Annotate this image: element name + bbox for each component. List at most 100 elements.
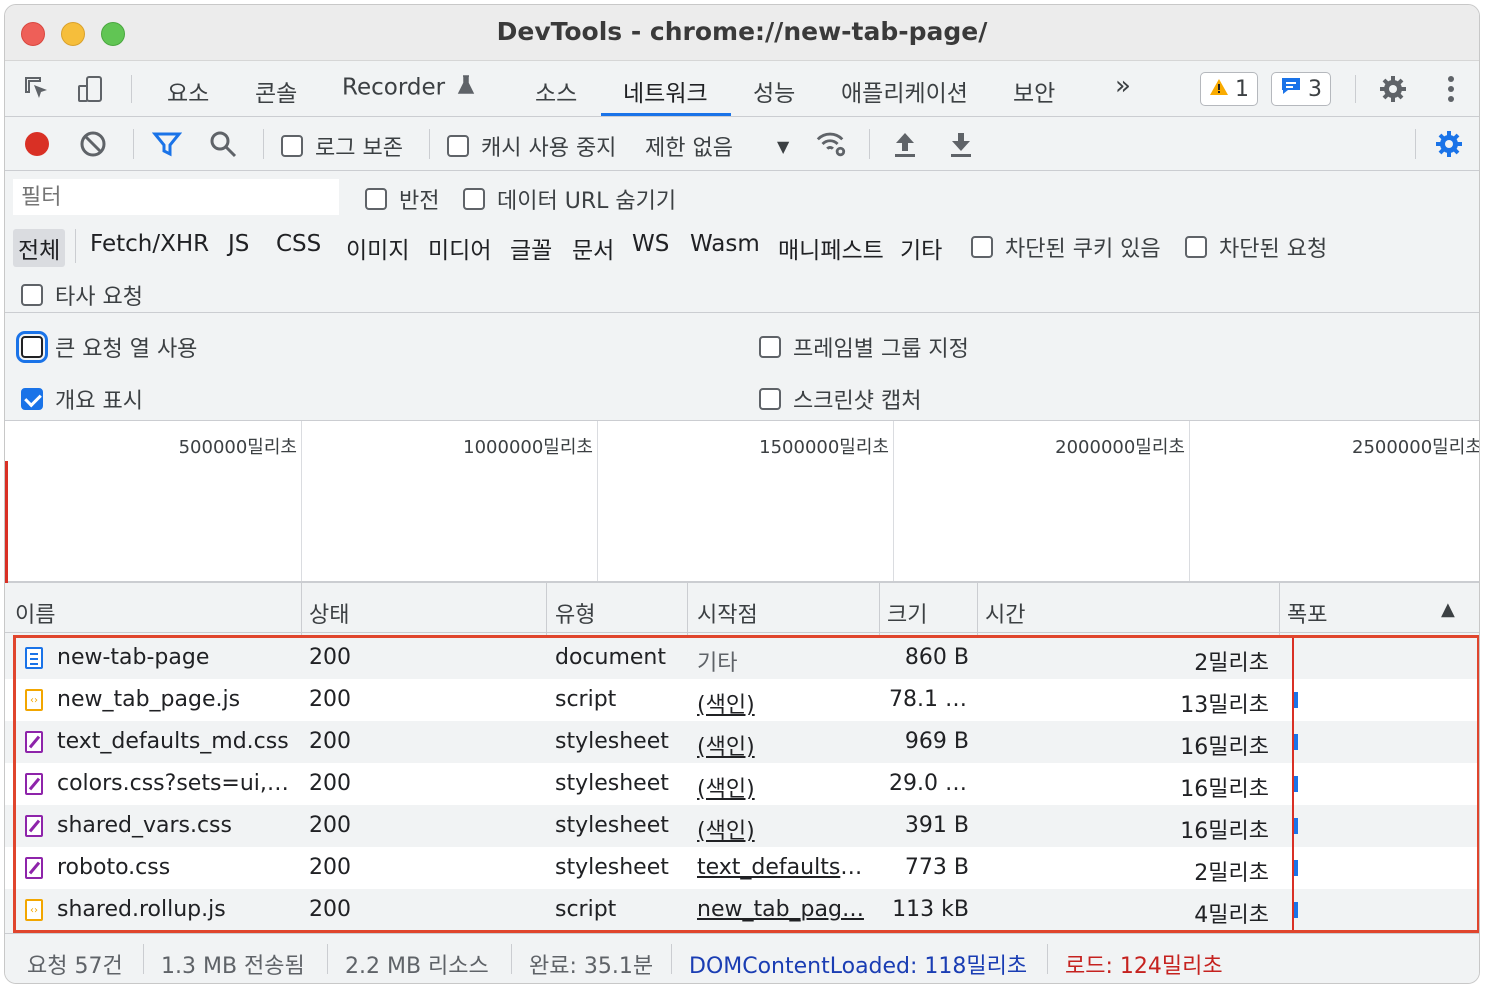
messages-badge[interactable]: 3 [1271,72,1331,106]
inspect-element-icon[interactable] [21,73,53,105]
filter-type-media[interactable]: 미디어 [423,229,496,267]
preserve-log-checkbox[interactable]: 로그 보존 [281,130,403,162]
column-header-size[interactable]: 크기 [887,597,927,629]
filter-type-css[interactable]: CSS [271,229,326,259]
filter-type-doc[interactable]: 문서 [567,229,619,267]
column-header-type[interactable]: 유형 [555,597,595,629]
table-row[interactable]: ‹› shared.rollup.js 200 script new_tab_p… [5,889,1479,931]
checkbox[interactable] [463,188,485,210]
device-toolbar-icon[interactable] [75,73,107,105]
large-rows-checkbox[interactable]: 큰 요청 열 사용 [16,331,197,363]
row-name: text_defaults_md.css [57,729,289,754]
capture-screenshots-label: 스크린샷 캡처 [793,389,922,414]
search-icon[interactable] [207,128,239,160]
filter-type-js[interactable]: JS [223,229,254,259]
row-initiator-link[interactable]: text_defaults_… [697,855,873,880]
tab-network[interactable]: 네트워크 [623,74,708,108]
more-tabs-button[interactable]: » [1115,71,1131,101]
row-time: 2밀리초 [1194,861,1269,886]
table-row[interactable]: roboto.css 200 stylesheet text_defaults_… [5,847,1479,889]
checkbox[interactable] [759,336,781,358]
tab-application[interactable]: 애플리케이션 [841,74,968,108]
overview-column: 2000000밀리초 [894,421,1190,581]
show-overview-checkbox[interactable]: 개요 표시 [21,383,143,415]
column-header-status[interactable]: 상태 [309,597,349,629]
third-party-checkbox[interactable]: 타사 요청 [21,279,143,311]
hide-data-urls-checkbox[interactable]: 데이터 URL 숨기기 [463,183,676,215]
tab-console[interactable]: 콘솔 [255,74,297,108]
throttling-select[interactable]: 제한 없음 ▼ [645,130,789,162]
checkbox[interactable] [21,388,43,410]
filter-type-wasm[interactable]: Wasm [685,229,765,259]
column-header-waterfall[interactable]: 폭포 [1287,597,1327,629]
invert-checkbox[interactable]: 반전 [365,183,439,215]
toolbar-divider [1415,129,1416,159]
checkbox[interactable] [365,188,387,210]
filter-input[interactable] [13,179,339,215]
filter-type-all[interactable]: 전체 [13,229,66,267]
column-header-time[interactable]: 시간 [985,597,1025,629]
filter-type-fetch-xhr[interactable]: Fetch/XHR [85,229,214,259]
stylesheet-icon [25,815,43,837]
checkbox[interactable] [447,135,469,157]
checkbox[interactable] [971,236,993,258]
checkbox[interactable] [281,135,303,157]
checkbox[interactable] [21,284,43,306]
row-initiator-link[interactable]: new_tab_pag… [697,897,873,922]
tab-performance[interactable]: 성능 [753,74,795,108]
column-header-name[interactable]: 이름 [15,597,55,629]
checkbox[interactable] [759,388,781,410]
filter-type-img[interactable]: 이미지 [341,229,414,267]
table-row[interactable]: colors.css?sets=ui,… 200 stylesheet (색인)… [5,763,1479,805]
row-size: 860 B [904,645,969,670]
row-initiator-link[interactable]: (색인) [697,729,873,761]
filter-type-font[interactable]: 글꼴 [505,229,557,267]
window-title: DevTools - chrome://new-tab-page/ [496,17,988,46]
blocked-requests-checkbox[interactable]: 차단된 요청 [1185,231,1327,263]
stylesheet-icon [25,731,43,753]
blocked-cookies-checkbox[interactable]: 차단된 쿠키 있음 [971,231,1161,263]
row-type: stylesheet [555,771,669,796]
tab-recorder[interactable]: Recorder [342,74,476,102]
checkbox[interactable] [16,331,48,363]
network-settings-pane: 큰 요청 열 사용 프레임별 그룹 지정 개요 표시 스크린샷 캡처 [5,313,1479,421]
overview-tick-label: 1000000밀리초 [463,437,593,458]
row-type: script [555,687,617,712]
table-row[interactable]: shared_vars.css 200 stylesheet (색인) 391 … [5,805,1479,847]
devtools-window: DevTools - chrome://new-tab-page/ 요소 콘솔 … [4,4,1480,984]
filter-type-other[interactable]: 기타 [895,229,947,267]
export-har-icon[interactable] [945,128,977,160]
row-initiator-link[interactable]: (색인) [697,813,873,845]
tab-security[interactable]: 보안 [1013,74,1055,108]
filter-icon[interactable] [151,128,183,160]
column-header-initiator[interactable]: 시작점 [697,597,758,629]
network-overview[interactable]: 500000밀리초 1000000밀리초 1500000밀리초 2000000밀… [5,421,1479,583]
record-icon[interactable] [21,128,53,160]
warnings-badge[interactable]: 1 [1200,72,1258,106]
row-initiator-link[interactable]: (색인) [697,687,873,719]
import-har-icon[interactable] [889,128,921,160]
more-options-icon[interactable] [1435,73,1467,105]
row-time: 13밀리초 [1180,693,1269,718]
row-type: stylesheet [555,813,669,838]
table-row[interactable]: new-tab-page 200 document 기타 860 B 2밀리초 [5,637,1479,679]
network-conditions-icon[interactable] [815,128,847,160]
settings-gear-icon[interactable] [1377,73,1409,105]
group-by-frame-checkbox[interactable]: 프레임별 그룹 지정 [759,331,969,363]
filter-type-ws[interactable]: WS [627,229,674,259]
row-status: 200 [309,897,351,922]
warnings-count: 1 [1235,76,1249,102]
row-initiator-link[interactable]: (색인) [697,771,873,803]
capture-screenshots-checkbox[interactable]: 스크린샷 캡처 [759,383,921,415]
filter-type-manifest[interactable]: 매니페스트 [773,229,889,267]
network-settings-gear-icon[interactable] [1433,128,1465,160]
table-row[interactable]: ‹› new_tab_page.js 200 script (색인) 78.1 … [5,679,1479,721]
flask-icon [456,74,476,102]
disable-cache-checkbox[interactable]: 캐시 사용 중지 [447,130,616,162]
status-divider [1047,944,1048,974]
tab-sources[interactable]: 소스 [535,74,577,108]
checkbox[interactable] [1185,236,1207,258]
tab-elements[interactable]: 요소 [167,74,209,108]
clear-icon[interactable] [77,128,109,160]
table-row[interactable]: text_defaults_md.css 200 stylesheet (색인)… [5,721,1479,763]
